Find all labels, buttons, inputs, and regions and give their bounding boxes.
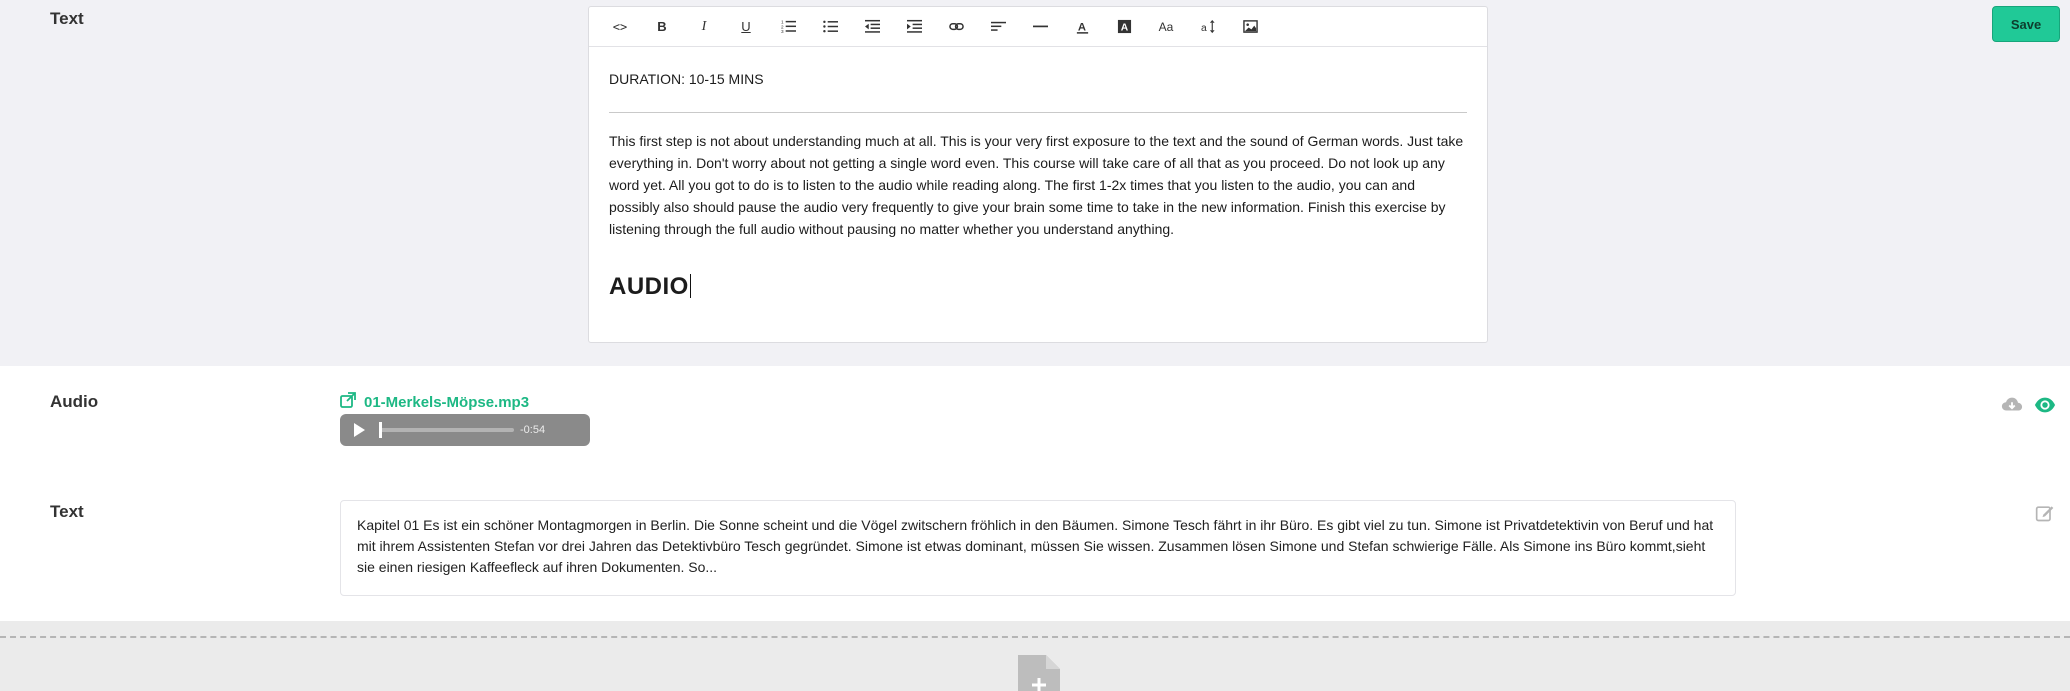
unordered-list-icon[interactable] bbox=[809, 7, 851, 47]
rich-text-editor[interactable]: <> B I U 123 A A Aa a DURATION: 10-15 MI… bbox=[588, 6, 1488, 343]
image-icon[interactable] bbox=[1229, 7, 1271, 47]
audio-heading: AUDIO bbox=[609, 273, 1467, 300]
edit-icon[interactable] bbox=[2034, 502, 2056, 524]
cloud-download-icon[interactable] bbox=[2001, 394, 2023, 416]
horizontal-rule bbox=[609, 112, 1467, 113]
eye-icon[interactable] bbox=[2034, 394, 2056, 416]
background-color-icon[interactable]: A bbox=[1103, 7, 1145, 47]
audio-progress-track[interactable] bbox=[379, 422, 514, 438]
audio-heading-text: AUDIO bbox=[609, 273, 689, 300]
align-icon[interactable] bbox=[977, 7, 1019, 47]
duration-text: DURATION: 10-15 MINS bbox=[609, 71, 764, 87]
svg-text:A: A bbox=[1077, 21, 1085, 33]
editor-content[interactable]: DURATION: 10-15 MINS This first step is … bbox=[589, 47, 1487, 318]
font-size-icon[interactable]: Aa bbox=[1145, 7, 1187, 47]
save-button[interactable]: Save bbox=[1992, 6, 2060, 42]
font-color-icon[interactable]: A bbox=[1061, 7, 1103, 47]
divider bbox=[0, 636, 2070, 638]
bold-icon[interactable]: B bbox=[641, 7, 683, 47]
editor-text-label: Text bbox=[50, 9, 84, 28]
text-label: Text bbox=[50, 502, 84, 521]
svg-text:a: a bbox=[1201, 23, 1207, 34]
instructions-paragraph: This first step is not about understandi… bbox=[609, 133, 1464, 237]
add-file-icon[interactable] bbox=[1016, 653, 1062, 691]
audio-file-name: 01-Merkels-Möpse.mp3 bbox=[364, 393, 530, 411]
external-link-icon bbox=[340, 392, 364, 412]
italic-icon[interactable]: I bbox=[683, 7, 725, 47]
text-cursor bbox=[689, 274, 691, 298]
indent-icon[interactable] bbox=[893, 7, 935, 47]
audio-player[interactable]: -0:54 bbox=[340, 414, 590, 446]
editor-toolbar: <> B I U 123 A A Aa a bbox=[589, 7, 1487, 47]
underline-icon[interactable]: U bbox=[725, 7, 767, 47]
text-preview: Kapitel 01 Es ist ein schöner Montagmorg… bbox=[340, 500, 1736, 596]
audio-label: Audio bbox=[50, 392, 99, 411]
svg-text:3: 3 bbox=[781, 29, 784, 34]
outdent-icon[interactable] bbox=[851, 7, 893, 47]
svg-text:A: A bbox=[1120, 22, 1128, 33]
audio-time-remaining: -0:54 bbox=[520, 424, 546, 436]
audio-progress-thumb[interactable] bbox=[379, 422, 382, 438]
ordered-list-icon[interactable]: 123 bbox=[767, 7, 809, 47]
play-icon[interactable] bbox=[354, 423, 365, 437]
audio-file-link[interactable]: 01-Merkels-Möpse.mp3 bbox=[340, 392, 529, 412]
source-code-icon[interactable]: <> bbox=[599, 7, 641, 47]
horizontal-rule-icon[interactable] bbox=[1019, 7, 1061, 47]
line-height-icon[interactable]: a bbox=[1187, 7, 1229, 47]
link-icon[interactable] bbox=[935, 7, 977, 47]
